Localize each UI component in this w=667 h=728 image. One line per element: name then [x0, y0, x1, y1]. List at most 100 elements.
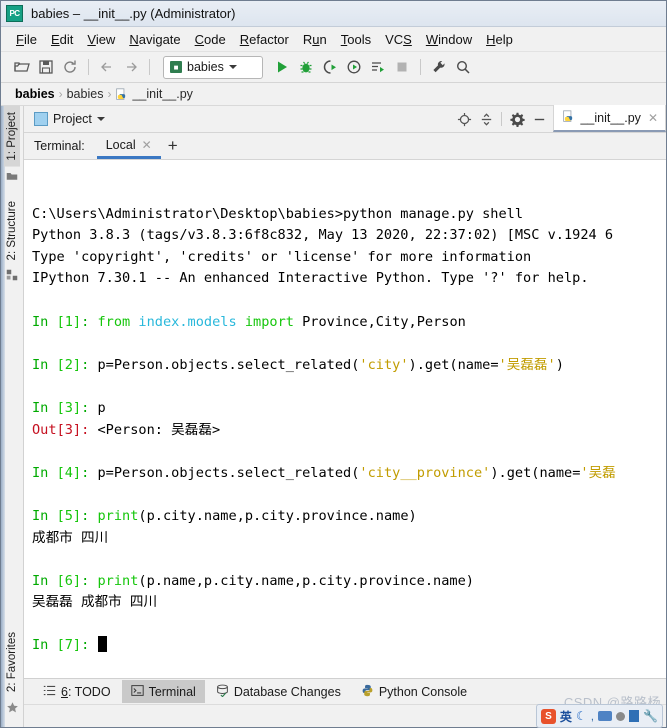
wrench-icon[interactable]: 🔧 [643, 709, 658, 723]
menu-tools[interactable]: Tools [334, 30, 378, 49]
terminal-text: In [32, 507, 57, 524]
bottom-tab-database-changes[interactable]: Database Changes [207, 680, 350, 703]
run-with-coverage-icon[interactable] [319, 56, 341, 78]
toolbar-separator [88, 59, 89, 75]
forward-arrow-icon[interactable] [120, 56, 142, 78]
terminal-tab-local[interactable]: Local ✕ [96, 134, 161, 159]
menu-vcs[interactable]: VCS [378, 30, 419, 49]
menu-window[interactable]: Window [419, 30, 479, 49]
debug-icon[interactable] [295, 56, 317, 78]
open-folder-icon[interactable] [11, 56, 33, 78]
project-toolwindow-title[interactable]: Project [24, 112, 105, 126]
menu-navigate[interactable]: Navigate [122, 30, 187, 49]
back-arrow-icon[interactable] [96, 56, 118, 78]
terminal-text: [7] [56, 637, 82, 654]
toolwindow-actions [454, 109, 553, 129]
main-body: 1: Project 2: Structure 2: Favorites Pro… [1, 105, 666, 727]
run-todo-icon[interactable] [367, 56, 389, 78]
breadcrumb-item-0[interactable]: babies [15, 87, 55, 101]
terminal-line: Type 'copyright', 'credits' or 'license'… [32, 247, 666, 269]
save-all-icon[interactable] [35, 56, 57, 78]
terminal-tab-strip: Terminal: Local ✕ + [24, 133, 666, 160]
breadcrumb-item-1[interactable]: babies [67, 87, 104, 101]
python-console-icon [361, 684, 374, 700]
terminal-line: Python 3.8.3 (tags/v3.8.3:6f8c832, May 1… [32, 225, 666, 247]
search-icon[interactable] [452, 56, 474, 78]
terminal-line: In [6]: print(p.name,p.city.name,p.city.… [32, 571, 666, 593]
run-configuration-selector[interactable]: ■ babies [163, 55, 263, 79]
settings-gear-icon[interactable] [507, 109, 527, 129]
terminal-text: In [32, 313, 57, 330]
terminal-text: : [81, 399, 98, 416]
bottom-tab-label: 6: TODO [61, 684, 111, 699]
ime-toolbar[interactable]: S 英 ☾ , 🔧 [535, 704, 663, 728]
terminal-text: [2] [56, 356, 82, 373]
sync-refresh-icon[interactable] [59, 56, 81, 78]
close-icon[interactable]: ✕ [648, 111, 658, 125]
run-config-name: babies [187, 60, 224, 74]
sogou-logo-icon[interactable]: S [540, 708, 556, 724]
terminal-text: : [81, 313, 98, 330]
stop-icon[interactable] [391, 56, 413, 78]
moon-icon[interactable]: ☾ [576, 709, 587, 723]
menu-view[interactable]: View [80, 30, 122, 49]
collapse-all-icon[interactable] [476, 109, 496, 129]
run-icon[interactable] [271, 56, 293, 78]
mic-icon[interactable] [616, 711, 626, 721]
terminal-text: ).get(name= [490, 464, 581, 481]
ime-language-label[interactable]: 英 [560, 708, 572, 725]
terminal-text: Province,City,Person [302, 313, 466, 330]
menu-code[interactable]: Code [188, 30, 233, 49]
terminal-text: In [32, 637, 57, 654]
keyboard-icon[interactable] [598, 711, 613, 721]
terminal-line: In [7]: [32, 635, 666, 657]
terminal-text: : [81, 507, 98, 524]
star-icon [6, 701, 19, 717]
menu-refactor[interactable]: Refactor [233, 30, 296, 49]
menu-edit[interactable]: Edit [44, 30, 80, 49]
terminal-text: : [81, 356, 98, 373]
breadcrumb-item-2[interactable]: __init__.py [132, 87, 192, 101]
bottom-tab-terminal[interactable]: Terminal [121, 680, 205, 703]
editor-tab-init-py[interactable]: __init__.py ✕ [553, 105, 666, 132]
title-bar: PC babies – __init__.py (Administrator) [1, 1, 666, 27]
comma-icon[interactable]: , [591, 709, 594, 723]
add-terminal-button[interactable]: + [161, 134, 185, 158]
left-tool-strip: 1: Project 2: Structure 2: Favorites [1, 106, 24, 727]
hide-window-icon[interactable] [529, 109, 549, 129]
terminal-text: '吴磊磊' [498, 356, 556, 373]
terminal-text: p=Person.objects.select_related( [97, 356, 360, 373]
menu-file[interactable]: File [9, 30, 44, 49]
terminal-text: import [244, 313, 303, 330]
sidebar-item-project[interactable]: 1: Project [4, 106, 20, 167]
window-title: babies – __init__.py (Administrator) [31, 6, 236, 21]
menu-bar: File Edit View Navigate Code Refactor Ru… [1, 27, 666, 52]
terminal-line: In [4]: p=Person.objects.select_related(… [32, 463, 666, 485]
terminal-line: In [2]: p=Person.objects.select_related(… [32, 355, 666, 377]
sidebar-item-favorites[interactable]: 2: Favorites [4, 626, 20, 698]
terminal-cursor [97, 636, 107, 653]
box-icon[interactable] [629, 710, 640, 722]
menu-help[interactable]: Help [479, 30, 520, 49]
sidebar-item-structure[interactable]: 2: Structure [4, 195, 20, 266]
settings-wrench-icon[interactable] [428, 56, 450, 78]
profile-icon[interactable] [343, 56, 365, 78]
action-separator [501, 112, 503, 126]
terminal-output[interactable]: C:\Users\Administrator\Desktop\babies>py… [24, 160, 666, 678]
terminal-text: p=Person.objects.select_related( [97, 464, 360, 481]
close-icon[interactable]: ✕ [142, 138, 152, 152]
breadcrumb: babies › babies › __init__.py [1, 83, 666, 106]
locate-target-icon[interactable] [454, 109, 474, 129]
python-file-icon [115, 87, 128, 101]
main-toolbar: ■ babies [1, 52, 666, 83]
terminal-text: C:\Users\Administrator\Desktop\babies>py… [32, 205, 524, 222]
bottom-tab-python-console[interactable]: Python Console [352, 680, 476, 703]
bottom-tab-todo[interactable]: 6: TODO [34, 680, 120, 703]
menu-run[interactable]: Run [296, 30, 334, 49]
toolbar-separator-3 [420, 59, 421, 75]
